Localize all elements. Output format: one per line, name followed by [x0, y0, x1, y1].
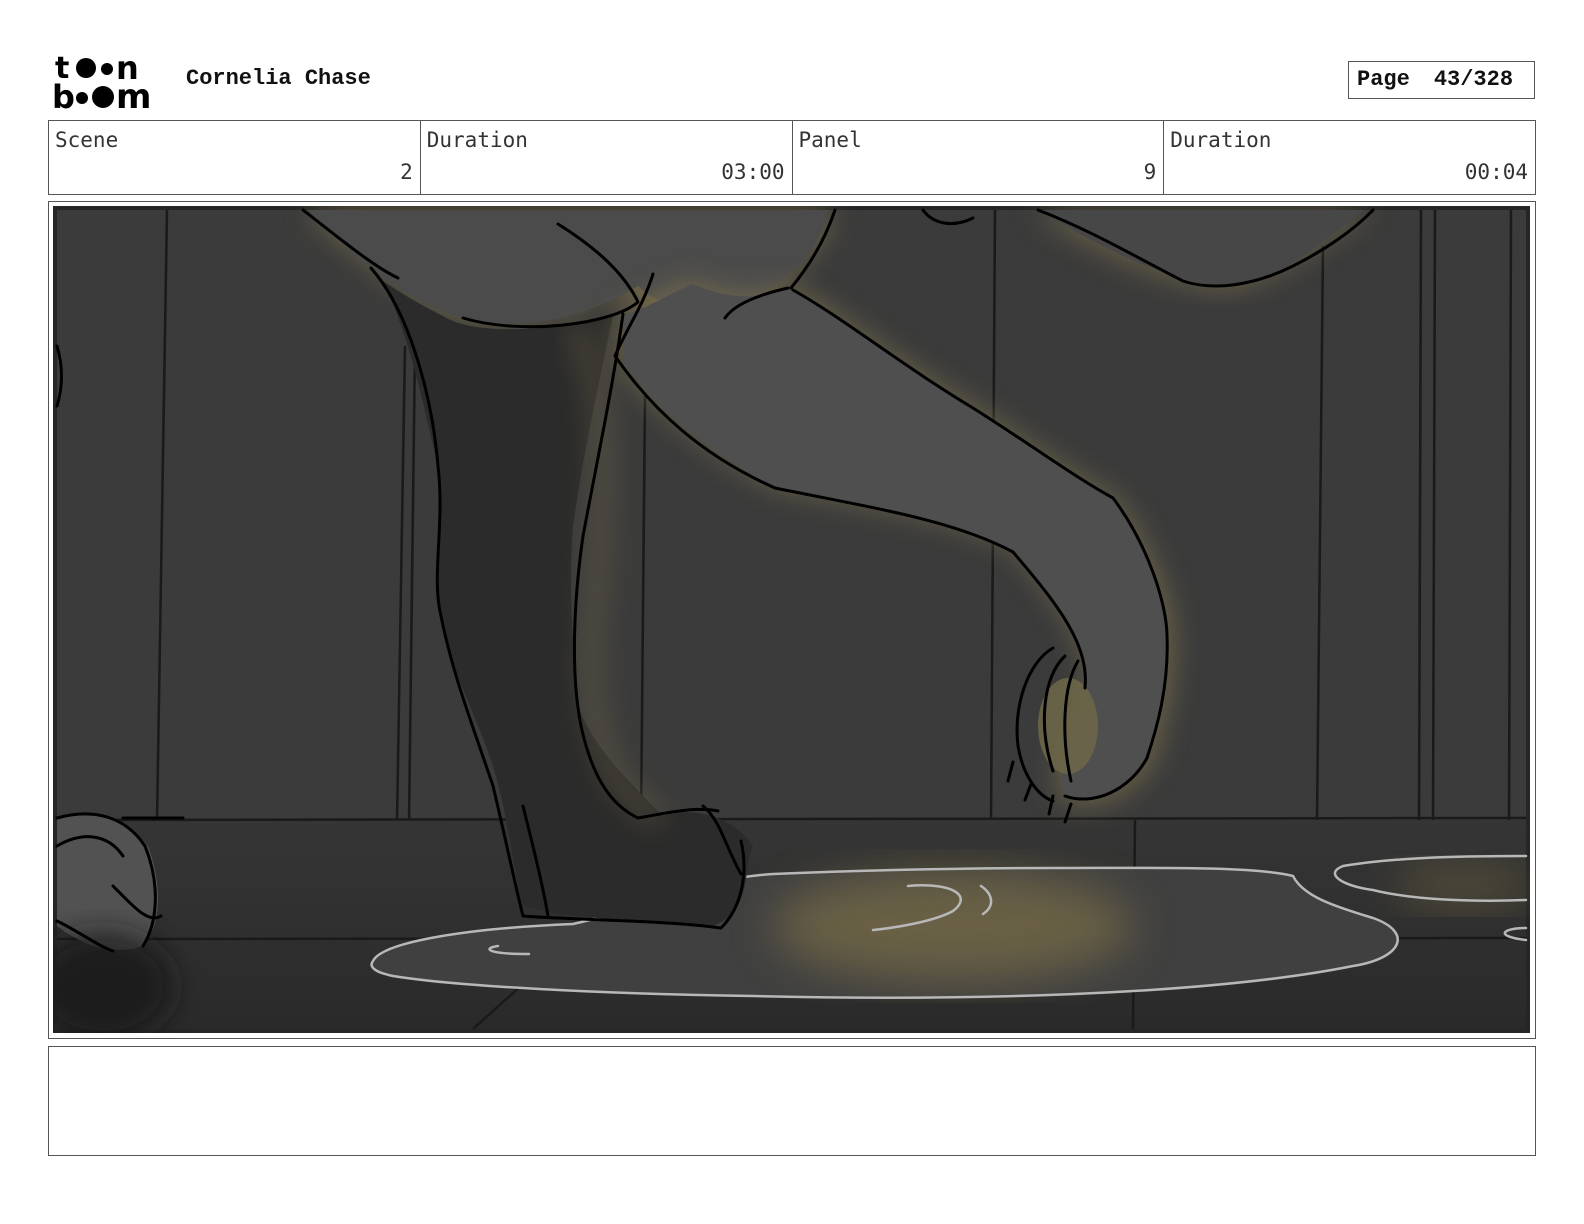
- page-label: Page: [1357, 67, 1410, 92]
- storyboard-panel-frame: [48, 201, 1536, 1039]
- panel-duration-value: 00:04: [1464, 160, 1528, 184]
- panel-cell: Panel 9: [793, 121, 1165, 194]
- page-number: 43/328: [1433, 67, 1514, 92]
- scene-duration-value: 03:00: [721, 160, 785, 184]
- storyboard-drawing: [53, 206, 1530, 1033]
- scene-label: Scene: [55, 128, 119, 152]
- scene-cell: Scene 2: [49, 121, 421, 194]
- svg-text:b: b: [52, 78, 75, 110]
- page-indicator: Page 43/328: [1348, 61, 1535, 99]
- panel-duration-cell: Duration 00:04: [1164, 121, 1535, 194]
- scene-duration-label: Duration: [426, 128, 528, 152]
- panel-label: Panel: [798, 128, 862, 152]
- panel-notes-box: [48, 1046, 1536, 1156]
- scene-duration-cell: Duration 03:00: [421, 121, 793, 194]
- project-title: Cornelia Chase: [186, 66, 371, 91]
- toon-boom-logo: t n b m: [52, 52, 151, 110]
- panel-info-row: Scene 2 Duration 03:00 Panel 9 Duration …: [48, 120, 1536, 195]
- panel-duration-label: Duration: [1170, 128, 1272, 152]
- scene-value: 2: [400, 160, 413, 184]
- svg-text:m: m: [116, 77, 151, 110]
- panel-value: 9: [1143, 160, 1157, 184]
